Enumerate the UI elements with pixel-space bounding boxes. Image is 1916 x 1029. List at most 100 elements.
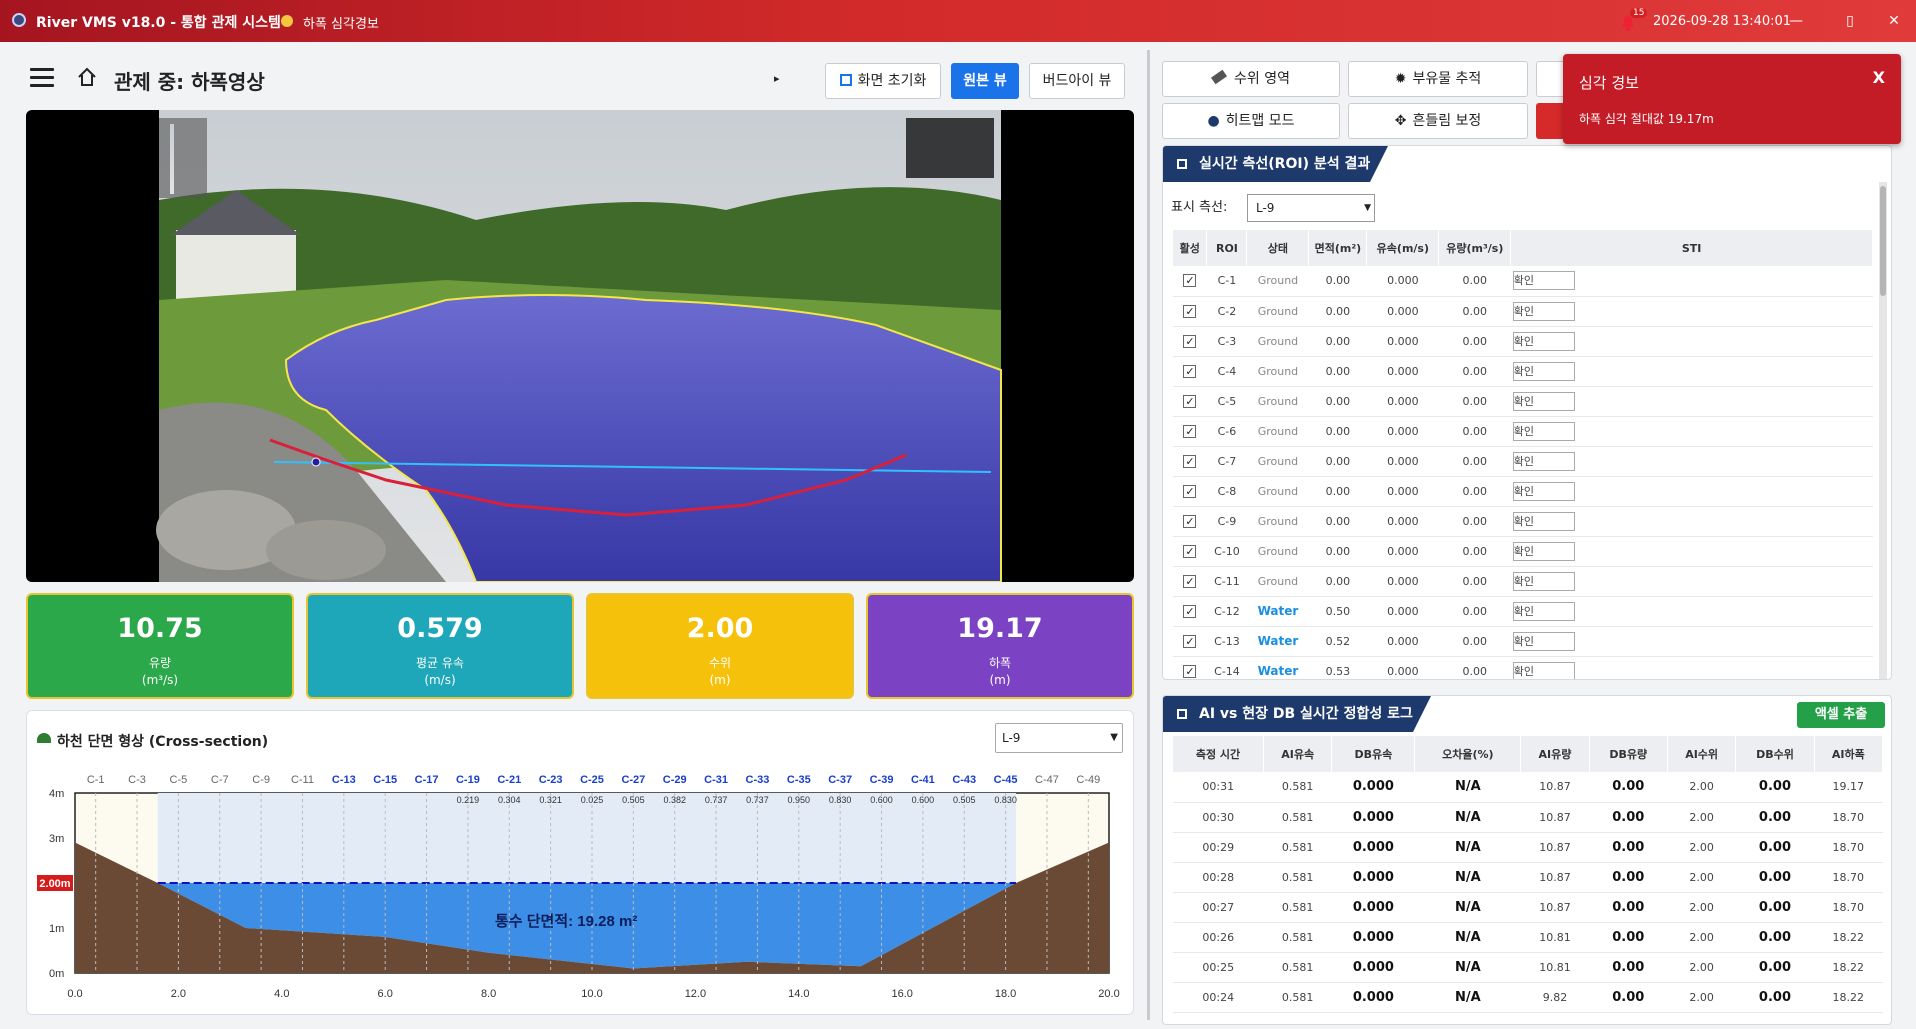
table-row[interactable]: ✓ C-8 Ground 0.00 0.000 0.00 확인	[1173, 476, 1873, 507]
log-cell: 0.000	[1331, 832, 1415, 863]
shake-correct-button[interactable]: ✥ 흔들림 보정	[1348, 103, 1528, 139]
active-checkbox[interactable]: ✓	[1183, 274, 1197, 288]
area-cell: 0.52	[1308, 626, 1367, 657]
velocity-label: 0.737	[746, 795, 769, 805]
column-label: C-49	[1076, 774, 1100, 786]
log-cell: 10.87	[1520, 772, 1590, 803]
active-checkbox[interactable]: ✓	[1183, 484, 1197, 498]
sti-cell: 확인	[1510, 296, 1873, 327]
roi-cell: C-6	[1206, 416, 1247, 447]
confirm-button[interactable]: 확인	[1512, 361, 1575, 381]
active-checkbox[interactable]: ✓	[1183, 664, 1197, 678]
export-excel-button[interactable]: 액셀 추출	[1797, 702, 1885, 728]
flow-metric-card: 10.75 유량 (m³/s)	[26, 593, 294, 699]
sti-cell: 확인	[1510, 506, 1873, 537]
minimize-button[interactable]: —	[1776, 6, 1816, 36]
area-cell: 0.53	[1308, 656, 1367, 679]
active-checkbox[interactable]: ✓	[1183, 634, 1197, 648]
active-checkbox[interactable]: ✓	[1183, 604, 1197, 618]
heatmap-mode-button[interactable]: ● 히트맵 모드	[1162, 103, 1340, 139]
column-label: C-9	[252, 774, 270, 786]
original-view-button[interactable]: 원본 뷰	[951, 63, 1019, 99]
water-level-metric-card: 2.00 수위 (m)	[586, 593, 854, 699]
log-cell: 2.00	[1667, 892, 1736, 923]
area-cell: 0.00	[1308, 416, 1367, 447]
table-row[interactable]: ✓ C-6 Ground 0.00 0.000 0.00 확인	[1173, 416, 1873, 447]
confirm-button[interactable]: 확인	[1512, 481, 1575, 501]
confirm-button[interactable]: 확인	[1512, 661, 1575, 679]
roi-line-select[interactable]: L-9 ▼	[1247, 194, 1375, 222]
float-track-button[interactable]: ✹ 부유물 추적	[1348, 61, 1528, 97]
table-row[interactable]: ✓ C-12 Water 0.50 0.000 0.00 확인	[1173, 596, 1873, 627]
log-cell: 10.87	[1520, 832, 1590, 863]
confirm-button[interactable]: 확인	[1512, 511, 1575, 531]
maximize-button[interactable]: ▯	[1830, 6, 1870, 36]
flow-cell: 0.00	[1438, 536, 1511, 567]
active-checkbox[interactable]: ✓	[1183, 424, 1197, 438]
confirm-button[interactable]: 확인	[1512, 421, 1575, 441]
log-cell: 0.000	[1331, 982, 1415, 1013]
roi-scrollbar-thumb[interactable]	[1880, 186, 1886, 296]
birdseye-view-button[interactable]: 버드아이 뷰	[1029, 63, 1125, 99]
confirm-button[interactable]: 확인	[1512, 541, 1575, 561]
log-cell: 18.70	[1814, 892, 1883, 923]
x-tick-label: 4.0	[274, 988, 289, 1000]
table-row[interactable]: ✓ C-11 Ground 0.00 0.000 0.00 확인	[1173, 566, 1873, 597]
table-row[interactable]: ✓ C-7 Ground 0.00 0.000 0.00 확인	[1173, 446, 1873, 477]
active-checkbox[interactable]: ✓	[1183, 334, 1197, 348]
water-area-button[interactable]: 수위 영역	[1162, 61, 1340, 97]
water-level-label: 수위	[708, 656, 732, 670]
table-row[interactable]: ✓ C-4 Ground 0.00 0.000 0.00 확인	[1173, 356, 1873, 387]
log-cell: N/A	[1414, 862, 1521, 893]
table-row[interactable]: ✓ C-5 Ground 0.00 0.000 0.00 확인	[1173, 386, 1873, 417]
close-button[interactable]: ✕	[1874, 6, 1914, 36]
table-row[interactable]: ✓ C-14 Water 0.53 0.000 0.00 확인	[1173, 656, 1873, 679]
confirm-button[interactable]: 확인	[1512, 331, 1575, 351]
log-cell: 10.87	[1520, 892, 1590, 923]
table-row[interactable]: ✓ C-9 Ground 0.00 0.000 0.00 확인	[1173, 506, 1873, 537]
video-feed[interactable]	[26, 110, 1134, 582]
toast-message: 하폭 심각 절대값 19.17m	[1579, 112, 1714, 126]
active-checkbox[interactable]: ✓	[1183, 394, 1197, 408]
log-table-header: 측정 시간 AI유속 DB유속 오차율(%) AI유량 DB유량 AI수위 DB수위 AI하폭	[1173, 736, 1883, 772]
flow-cell: 0.00	[1438, 326, 1511, 357]
confirm-button[interactable]: 확인	[1512, 391, 1575, 411]
home-icon[interactable]	[76, 66, 98, 88]
reset-icon	[839, 74, 852, 86]
log-cell: 0.000	[1331, 802, 1415, 833]
active-checkbox[interactable]: ✓	[1183, 454, 1197, 468]
velocity-label: 0.382	[663, 795, 686, 805]
active-checkbox[interactable]: ✓	[1183, 514, 1197, 528]
active-checkbox[interactable]: ✓	[1183, 544, 1197, 558]
panel-splitter[interactable]	[1147, 50, 1150, 1020]
confirm-button[interactable]: 확인	[1512, 571, 1575, 591]
active-checkbox[interactable]: ✓	[1183, 304, 1197, 318]
sti-cell: 확인	[1510, 386, 1873, 417]
toast-close-button[interactable]: X	[1873, 68, 1885, 87]
column-label: C-27	[621, 774, 645, 786]
play-arrow-icon[interactable]: ▸	[774, 72, 780, 85]
state-cell: Water	[1246, 656, 1309, 679]
confirm-button[interactable]: 확인	[1512, 301, 1575, 321]
table-row[interactable]: ✓ C-2 Ground 0.00 0.000 0.00 확인	[1173, 296, 1873, 327]
roi-scrollbar[interactable]	[1879, 182, 1887, 679]
table-row[interactable]: ✓ C-1 Ground 0.00 0.000 0.00 확인	[1173, 266, 1873, 297]
confirm-button[interactable]: 확인	[1512, 451, 1575, 471]
table-row[interactable]: ✓ C-13 Water 0.52 0.000 0.00 확인	[1173, 626, 1873, 657]
area-cell: 0.00	[1308, 566, 1367, 597]
hamburger-menu-icon[interactable]	[30, 68, 54, 88]
table-row[interactable]: ✓ C-10 Ground 0.00 0.000 0.00 확인	[1173, 536, 1873, 567]
velocity-cell: 0.000	[1366, 386, 1439, 417]
x-tick-label: 8.0	[481, 988, 496, 1000]
confirm-button[interactable]: 확인	[1512, 271, 1575, 291]
active-checkbox[interactable]: ✓	[1183, 574, 1197, 588]
confirm-button[interactable]: 확인	[1512, 631, 1575, 651]
state-cell: Water	[1246, 626, 1309, 657]
table-row[interactable]: ✓ C-3 Ground 0.00 0.000 0.00 확인	[1173, 326, 1873, 357]
velocity-metric-card: 0.579 평균 유속 (m/s)	[306, 593, 574, 699]
log-cell: 00:26	[1173, 922, 1264, 953]
reset-view-button[interactable]: 화면 초기화	[825, 63, 941, 99]
active-cell: ✓	[1173, 596, 1207, 627]
confirm-button[interactable]: 확인	[1512, 601, 1575, 621]
active-checkbox[interactable]: ✓	[1183, 364, 1197, 378]
